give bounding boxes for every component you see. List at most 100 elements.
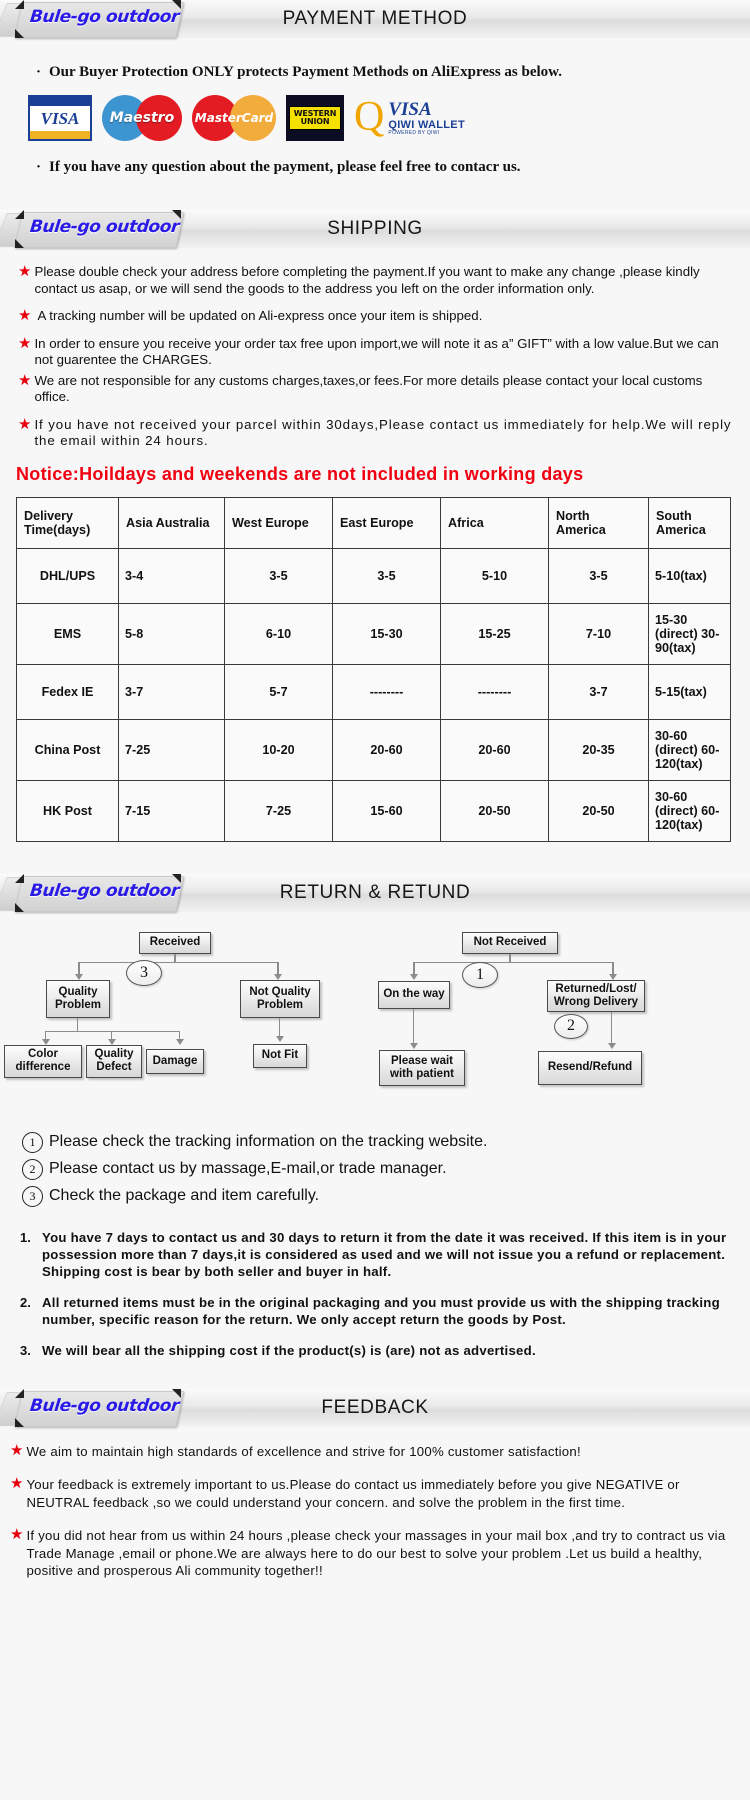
table-row: China Post 7-25 10-20 20-60 20-60 20-35 … xyxy=(16,718,731,781)
corner-notch-icon xyxy=(15,239,24,248)
table-cell-method: HK Post xyxy=(16,779,119,842)
table-cell: 3-5 xyxy=(332,547,441,604)
flow-connector xyxy=(413,1008,415,1045)
shipping-time-table: Delivery Time(days) Asia Australia West … xyxy=(16,496,731,842)
shipping-bullet: ★ We are not responsible for any customs… xyxy=(18,371,703,404)
list-number-icon: 2 xyxy=(22,1158,43,1180)
flow-connector xyxy=(174,953,176,963)
table-cell: 3-7 xyxy=(548,663,649,720)
list-number-icon: 3 xyxy=(22,1185,43,1207)
star-bullet-icon: ★ xyxy=(10,1475,24,1492)
table-cell: 15-25 xyxy=(440,602,549,665)
feedback-bullet: ★ Your feedback is extremely important t… xyxy=(10,1475,680,1510)
visa-label: VISA xyxy=(40,109,80,128)
flow-arrow-icon xyxy=(276,1035,284,1042)
store-brand-logo: Bule-go outdoor xyxy=(28,1395,181,1416)
table-cell: 15-30 xyxy=(332,602,441,665)
policy-number: 2. xyxy=(20,1294,31,1310)
flow-arrow-icon xyxy=(176,1038,184,1045)
maestro-label: Maestro xyxy=(109,110,175,126)
visa-bottom-bar xyxy=(30,131,90,139)
star-bullet-icon: ★ xyxy=(18,415,32,433)
policy-number: 1. xyxy=(20,1229,31,1245)
flow-marker-1: 1 xyxy=(462,961,498,988)
table-cell-method: China Post xyxy=(16,718,119,781)
visa-top-bar xyxy=(30,97,90,106)
flow-node-damage: Damage xyxy=(146,1048,204,1074)
payment-section-body: · Our Buyer Protection ONLY protects Paym… xyxy=(0,38,750,186)
feedback-section-body: ★ We aim to maintain high standards of e… xyxy=(0,1427,750,1614)
qiwi-wallet-logo: Q VISA QIWI WALLET POWERED BY QIWI xyxy=(354,95,465,141)
table-cell: 3-5 xyxy=(224,547,333,604)
table-header-cell: West Europe xyxy=(224,496,333,549)
table-cell-method: DHL/UPS xyxy=(16,547,119,604)
table-cell: 20-35 xyxy=(548,718,649,781)
shipping-section-body: ★ Please double check your address befor… xyxy=(0,248,750,848)
flow-node-quality-defect: Quality Defect xyxy=(86,1044,142,1078)
policy-item: 2. All returned items must be in the ori… xyxy=(20,1294,720,1327)
star-bullet-icon: ★ xyxy=(10,1441,24,1459)
table-header-cell: East Europe xyxy=(332,496,441,549)
table-row: EMS 5-8 6-10 15-30 15-25 7-10 15-30 (dir… xyxy=(16,602,731,665)
table-cell: 15-30 (direct) 30-90(tax) xyxy=(648,602,731,665)
table-header-cell: Asia Australia xyxy=(118,496,225,549)
flow-connector xyxy=(413,961,613,964)
mastercard-card-logo: MasterCard xyxy=(192,95,276,141)
table-header-cell: North America xyxy=(548,496,649,549)
flow-node-on-the-way: On the way xyxy=(378,980,450,1009)
flow-node-not-received: Not Received xyxy=(462,931,558,954)
table-cell: -------- xyxy=(440,663,549,720)
store-brand-logo: Bule-go outdoor xyxy=(28,7,181,27)
table-cell: 7-25 xyxy=(118,718,225,781)
table-cell: 3-4 xyxy=(118,547,225,604)
flow-arrow-icon xyxy=(410,973,418,980)
return-policy-list: 1. You have 7 days to contact us and 30 … xyxy=(20,1229,732,1359)
list-item: 3 Check the package and item carefully. xyxy=(22,1185,750,1207)
corner-notch-icon xyxy=(15,902,24,912)
table-row: HK Post 7-15 7-25 15-60 20-50 20-50 30-6… xyxy=(16,779,731,842)
flow-node-received: Received xyxy=(139,931,211,954)
star-bullet-icon: ★ xyxy=(18,263,32,280)
flow-arrow-icon xyxy=(410,1042,418,1049)
table-cell: 3-7 xyxy=(118,663,225,720)
table-cell: 20-50 xyxy=(440,779,549,842)
table-cell-method: EMS xyxy=(16,602,119,665)
flow-arrow-icon xyxy=(608,1042,616,1049)
flow-connector xyxy=(279,1017,281,1038)
policy-item: 1. You have 7 days to contact us and 30 … xyxy=(20,1229,727,1279)
table-header-row: Delivery Time(days) Asia Australia West … xyxy=(16,496,731,549)
flow-node-color-difference: Color difference xyxy=(4,1044,82,1078)
feedback-section-banner: Bule-go outdoor FEEDBACK xyxy=(0,1388,750,1427)
table-cell: 5-10 xyxy=(440,547,549,604)
shipping-bullet: ★ Please double check your address befor… xyxy=(18,263,700,296)
feedback-bullet: ★ If you did not hear from us within 24 … xyxy=(10,1526,726,1578)
visa-card-logo: VISA xyxy=(28,95,92,141)
holiday-notice: Notice:Hoildays and weekends are not inc… xyxy=(16,463,584,484)
qiwi-q-mark-icon: Q xyxy=(354,94,385,141)
table-cell: 7-15 xyxy=(118,779,225,842)
list-item: 2 Please contact us by massage,E-mail,or… xyxy=(22,1158,750,1180)
list-item: 1 Please check the tracking information … xyxy=(22,1131,750,1153)
shipping-section-banner: Bule-go outdoor SHIPPING xyxy=(0,210,750,248)
mastercard-label: MasterCard xyxy=(194,111,274,125)
western-union-line2: UNION xyxy=(300,117,330,126)
return-flowchart: Received 3 Quality Problem Not Quality P… xyxy=(0,918,750,1118)
payment-note-2: · If you have any question about the paym… xyxy=(36,159,521,175)
table-cell: 7-25 xyxy=(224,779,333,842)
flow-connector xyxy=(611,1011,613,1045)
table-cell: 5-10(tax) xyxy=(648,547,731,604)
product-description-page: Bule-go outdoor PAYMENT METHOD · Our Buye… xyxy=(0,0,750,1614)
flow-connector xyxy=(77,1017,79,1032)
policy-item: 3. We will bear all the shipping cost if… xyxy=(20,1342,536,1358)
table-cell: 30-60 (direct) 60-120(tax) xyxy=(648,779,731,842)
table-cell: 20-60 xyxy=(332,718,441,781)
table-cell: -------- xyxy=(332,663,441,720)
table-row: DHL/UPS 3-4 3-5 3-5 5-10 3-5 5-10(tax) xyxy=(16,547,731,604)
flow-node-resend-refund: Resend/Refund xyxy=(538,1050,642,1085)
policy-number: 3. xyxy=(20,1342,31,1358)
flow-connector xyxy=(78,961,278,964)
table-header-cell: Africa xyxy=(440,496,549,549)
corner-notch-icon xyxy=(15,29,24,38)
shipping-bullet: ★ If you have not received your parcel w… xyxy=(18,415,732,448)
maestro-card-logo: Maestro xyxy=(102,95,182,141)
